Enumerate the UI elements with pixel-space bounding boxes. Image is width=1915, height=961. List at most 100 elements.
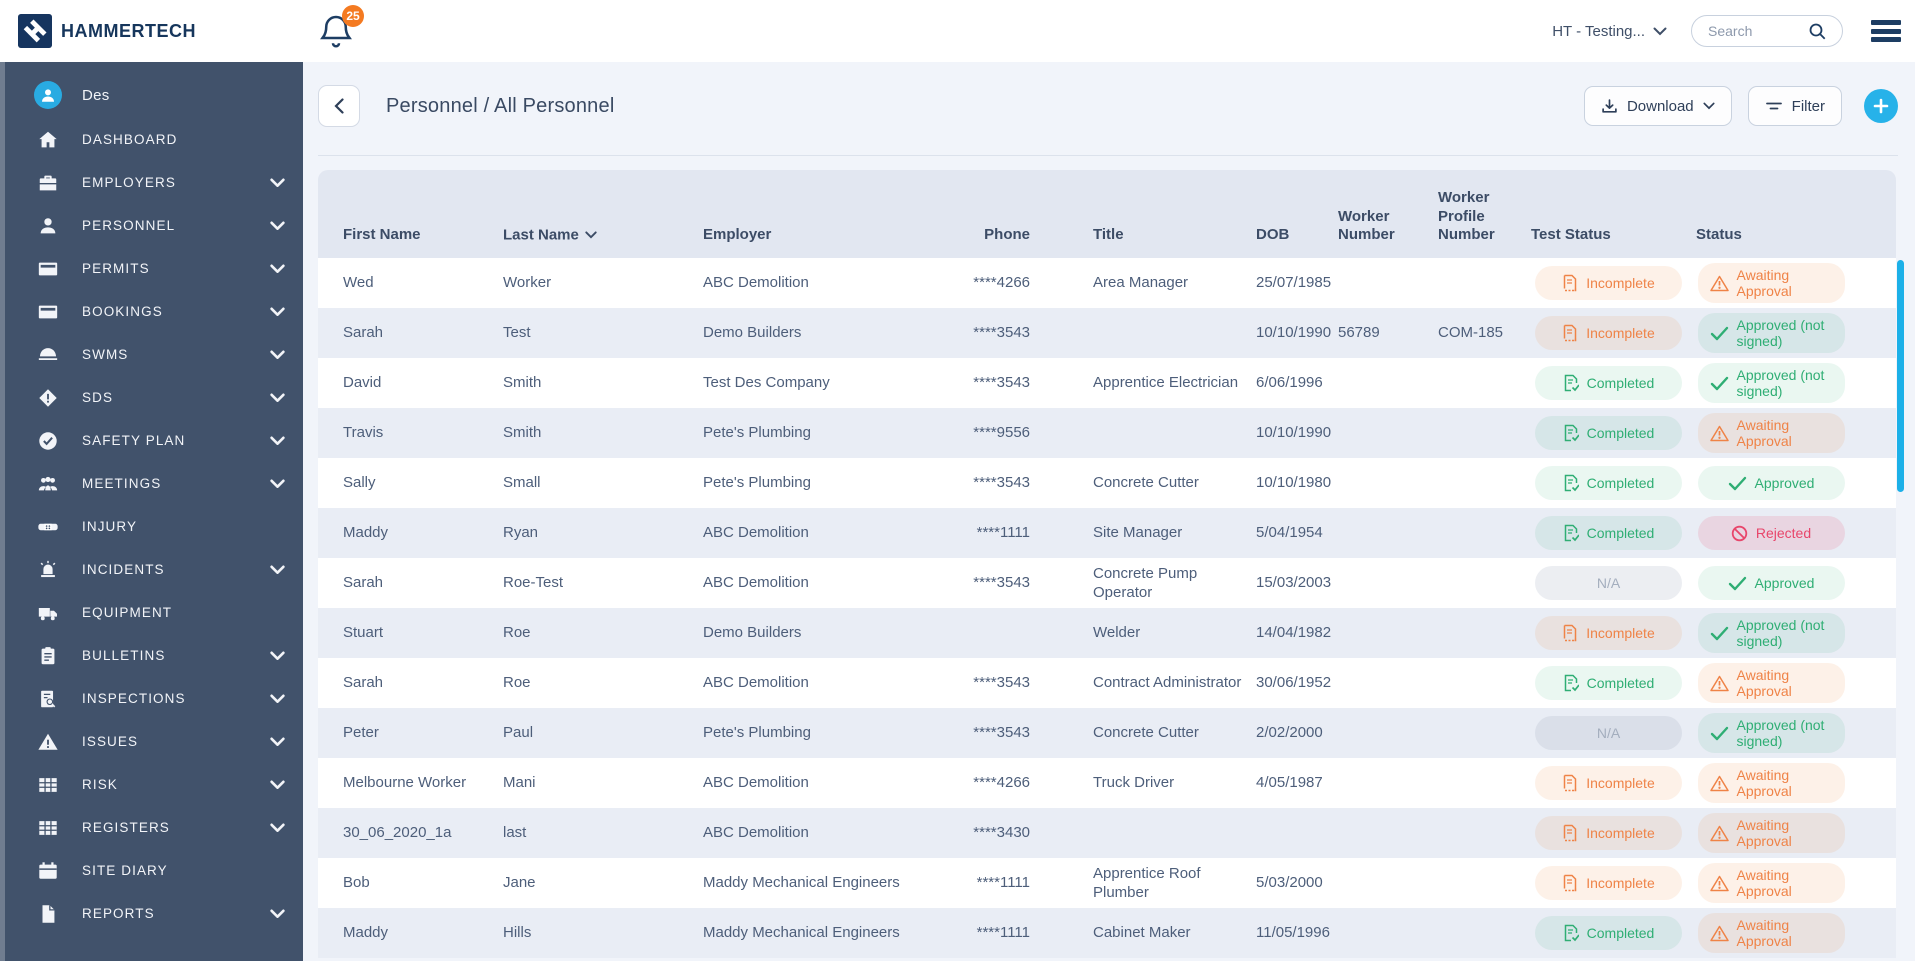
chevron-down-icon[interactable] [270,264,285,274]
test-status-badge[interactable]: Incomplete [1535,316,1682,350]
column-header-worker-number[interactable]: Worker Number [1338,208,1438,246]
add-personnel-button[interactable] [1864,89,1898,123]
test-status-badge[interactable]: N/A [1535,566,1682,600]
chevron-down-icon[interactable] [270,221,285,231]
status-badge[interactable]: Awaiting Approval [1697,412,1845,454]
sidebar-user[interactable]: Des [0,72,303,118]
sidebar-item-site-diary[interactable]: SITE DIARY [0,849,303,892]
sidebar-item-dashboard[interactable]: DASHBOARD [0,118,303,161]
chevron-down-icon[interactable] [270,479,285,489]
test-status-badge[interactable]: Incomplete [1535,616,1682,650]
sidebar-item-permits[interactable]: PERMITS [0,247,303,290]
test-status-badge[interactable]: Completed [1535,416,1682,450]
table-row[interactable]: Sally Small Pete's Plumbing ****3543 Concret… [318,458,1896,508]
table-row[interactable]: Maddy Ryan ABC Demolition ****1111 Site Mana… [318,508,1896,558]
test-status-badge[interactable]: N/A [1535,716,1682,750]
sidebar-item-equipment[interactable]: EQUIPMENT [0,591,303,634]
sidebar-item-sds[interactable]: SDS [0,376,303,419]
sidebar-item-safety-plan[interactable]: SAFETY PLAN [0,419,303,462]
test-status-badge[interactable]: Completed [1535,516,1682,550]
table-row[interactable]: Sarah Roe ABC Demolition ****3543 Contract A… [318,658,1896,708]
notifications-button[interactable]: 25 [318,5,364,54]
org-selector-dropdown[interactable]: HT - Testing... [1552,23,1667,40]
test-status-badge[interactable]: Completed [1535,916,1682,950]
table-row[interactable]: Wed Worker ABC Demolition ****4266 Area Mana… [318,258,1896,308]
status-badge[interactable]: Awaiting Approval [1697,262,1845,304]
hammertech-logo[interactable]: HAMMERTECH [18,14,196,48]
column-header-first-name[interactable]: First Name [318,226,503,245]
sidebar-item-incidents[interactable]: INCIDENTS [0,548,303,591]
table-scrollbar-thumb[interactable] [1897,260,1904,492]
table-row[interactable]: Sarah Roe-Test ABC Demolition ****3543 Concr… [318,558,1896,608]
status-badge[interactable]: Approved (not signed) [1697,312,1845,354]
table-row[interactable]: Sarah Test Demo Builders ****3543 10/10/1990… [318,308,1896,358]
search-box[interactable] [1691,15,1843,47]
column-header-dob[interactable]: DOB [1256,226,1338,245]
chevron-down-icon[interactable] [270,651,285,661]
column-header-employer[interactable]: Employer [703,226,943,245]
table-row[interactable]: 30_06_2020_1a last ABC Demolition ****3430 I… [318,808,1896,858]
chevron-down-icon[interactable] [270,307,285,317]
status-badge[interactable]: Approved (not signed) [1697,362,1845,404]
status-badge[interactable]: Awaiting Approval [1697,762,1845,804]
test-status-badge[interactable]: Incomplete [1535,766,1682,800]
test-status-badge[interactable]: Completed [1535,666,1682,700]
status-badge[interactable]: Awaiting Approval [1697,862,1845,904]
table-row[interactable]: David Smith Test Des Company ****3543 Appren… [318,358,1896,408]
status-badge[interactable]: Approved [1697,566,1845,600]
chevron-down-icon[interactable] [270,350,285,360]
chevron-down-icon[interactable] [270,178,285,188]
column-header-title[interactable]: Title [1068,226,1256,245]
status-badge[interactable]: Approved (not signed) [1697,612,1845,654]
test-status-badge[interactable]: Incomplete [1535,816,1682,850]
status-badge[interactable]: Awaiting Approval [1697,662,1845,704]
test-status-badge[interactable]: Incomplete [1535,866,1682,900]
sidebar-item-employers[interactable]: EMPLOYERS [0,161,303,204]
chevron-down-icon[interactable] [270,909,285,919]
column-header-last-name[interactable]: Last Name [503,226,703,245]
sidebar-item-swms[interactable]: SWMS [0,333,303,376]
sidebar-item-bookings[interactable]: BOOKINGS [0,290,303,333]
search-input[interactable] [1708,23,1808,39]
status-badge[interactable]: Awaiting Approval [1697,812,1845,854]
sidebar-item-issues[interactable]: ISSUES [0,720,303,763]
filter-button[interactable]: Filter [1747,86,1842,126]
status-badge[interactable]: Approved [1697,466,1845,500]
table-row[interactable]: Melbourne Worker Mani ABC Demolition ****42… [318,758,1896,808]
sidebar-item-inspections[interactable]: INSPECTIONS [0,677,303,720]
chevron-down-icon[interactable] [270,823,285,833]
chevron-down-icon[interactable] [270,694,285,704]
chevron-down-icon[interactable] [270,780,285,790]
test-status-badge[interactable]: Completed [1535,366,1682,400]
column-header-status[interactable]: Status [1696,226,1856,245]
status-badge[interactable]: Awaiting Approval [1697,912,1845,954]
test-status-badge[interactable]: Completed [1535,466,1682,500]
table-row[interactable]: Maddy Hills Maddy Mechanical Engineers ****… [318,908,1896,958]
sidebar-item-registers[interactable]: REGISTERS [0,806,303,849]
table-row[interactable]: Peter Paul Pete's Plumbing ****3543 Concrete… [318,708,1896,758]
sidebar-scrollbar[interactable] [0,62,5,961]
column-header-phone[interactable]: Phone [943,226,1068,245]
chevron-down-icon[interactable] [270,737,285,747]
table-row[interactable]: Stuart Roe Demo Builders Welder 14/04/1982 In… [318,608,1896,658]
sidebar-item-bulletins[interactable]: BULLETINS [0,634,303,677]
sidebar-item-personnel[interactable]: PERSONNEL [0,204,303,247]
column-header-test-status[interactable]: Test Status [1531,226,1696,245]
chevron-down-icon[interactable] [270,393,285,403]
status-badge[interactable]: Rejected [1697,516,1845,550]
menu-icon[interactable] [1871,20,1901,42]
chevron-down-icon[interactable] [270,436,285,446]
column-header-worker-profile-number[interactable]: Worker Profile Number [1438,189,1531,245]
sidebar-item-reports[interactable]: REPORTS [0,892,303,935]
download-button[interactable]: Download [1583,86,1732,126]
table-row[interactable]: Bob Jane Maddy Mechanical Engineers ****111… [318,858,1896,908]
status-badge[interactable]: Approved (not signed) [1697,712,1845,754]
test-status-badge[interactable]: Incomplete [1535,266,1682,300]
table-row[interactable]: Travis Smith Pete's Plumbing ****9556 10/10/… [318,408,1896,458]
search-icon[interactable] [1808,22,1827,41]
sidebar-item-injury[interactable]: INJURY [0,505,303,548]
chevron-down-icon[interactable] [270,565,285,575]
sidebar-item-meetings[interactable]: MEETINGS [0,462,303,505]
back-button[interactable] [318,85,360,127]
sidebar-item-risk[interactable]: RISK [0,763,303,806]
